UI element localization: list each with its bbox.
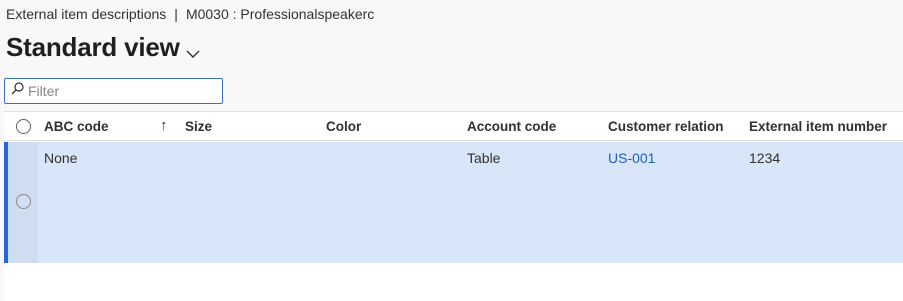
- column-header-customer-relation[interactable]: Customer relation: [608, 119, 724, 134]
- breadcrumb: External item descriptions | M0030 : Profe…: [6, 6, 374, 22]
- chevron-down-icon[interactable]: [186, 46, 200, 58]
- column-header-size[interactable]: Size: [185, 119, 212, 134]
- cell-account-code[interactable]: Table: [467, 150, 500, 166]
- column-header-abc-code[interactable]: ABC code: [44, 119, 109, 134]
- view-selector[interactable]: Standard view: [6, 32, 200, 63]
- column-header-color[interactable]: Color: [326, 119, 361, 134]
- sort-ascending-icon[interactable]: ↑: [160, 117, 168, 134]
- row-selector-column[interactable]: [8, 142, 38, 263]
- cell-external-item-number[interactable]: 1234: [749, 150, 780, 166]
- search-icon: [11, 82, 24, 100]
- row-select-radio[interactable]: [16, 194, 31, 209]
- breadcrumb-record: M0030 : Professionalspeakerc: [185, 6, 375, 22]
- filter-box[interactable]: [4, 78, 223, 104]
- column-header-external-item-number[interactable]: External item number: [749, 119, 887, 134]
- cell-abc-code[interactable]: None: [44, 150, 77, 166]
- filter-input[interactable]: [28, 83, 208, 99]
- cell-customer-relation-link[interactable]: US-001: [608, 150, 655, 166]
- breadcrumb-separator: |: [174, 6, 178, 22]
- data-grid: ABC code ↑ Size Color Account code Custo…: [4, 111, 903, 301]
- breadcrumb-page: External item descriptions: [6, 6, 167, 22]
- table-row[interactable]: None Table US-001 1234: [4, 142, 903, 263]
- grid-header: ABC code ↑ Size Color Account code Custo…: [4, 112, 903, 141]
- select-all-radio[interactable]: [16, 119, 31, 134]
- column-header-account-code[interactable]: Account code: [467, 119, 556, 134]
- page-title[interactable]: Standard view: [6, 32, 180, 63]
